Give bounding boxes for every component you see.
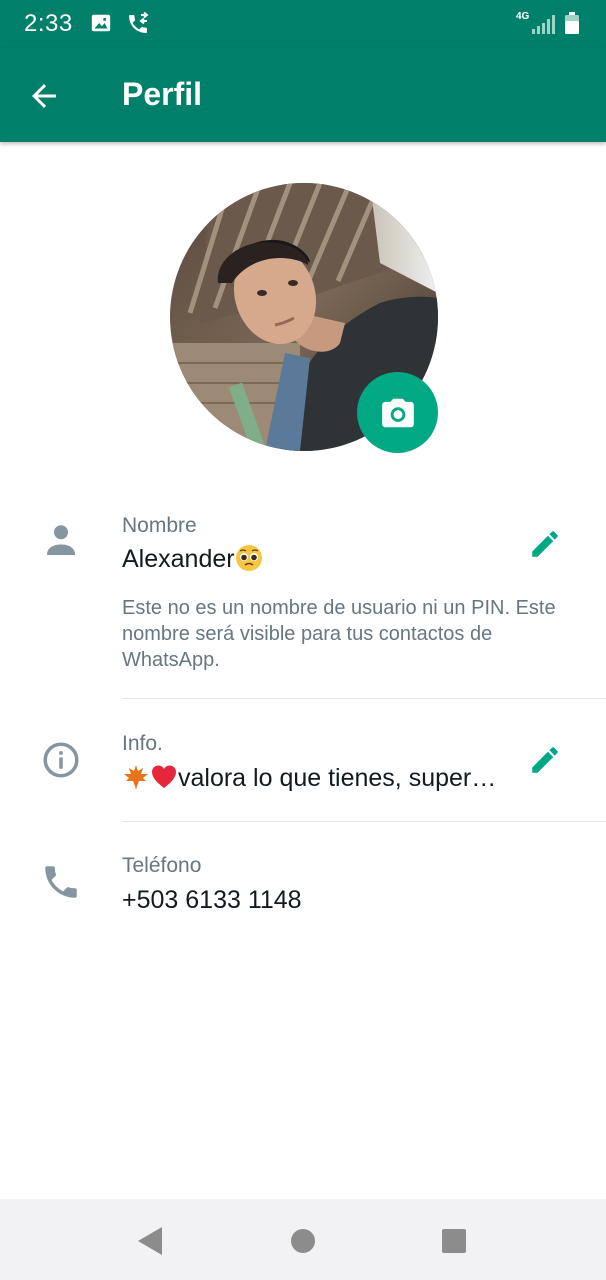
battery-icon xyxy=(565,12,579,34)
info-text: valora lo que tienes, super… xyxy=(178,764,497,792)
pencil-icon xyxy=(532,531,558,557)
info-value: valora lo que tienes, super… xyxy=(122,764,496,793)
nav-home-icon[interactable] xyxy=(285,1223,321,1259)
system-nav-bar xyxy=(0,1199,606,1280)
call-icon xyxy=(129,12,149,33)
signal-icon xyxy=(532,15,555,34)
arrow-back-icon xyxy=(32,84,56,108)
name-help-text: Este no es un nombre de usuario ni un PI… xyxy=(122,597,556,671)
network-type: 4G xyxy=(516,11,530,22)
change-photo-button[interactable] xyxy=(357,372,438,453)
maple-leaf-emoji xyxy=(124,765,148,791)
name-text: Alexander xyxy=(122,545,235,573)
pleading-face-emoji xyxy=(235,545,262,572)
camera-icon xyxy=(381,398,414,427)
info-label: Info. xyxy=(122,732,163,755)
back-button[interactable] xyxy=(26,78,70,114)
status-time: 2:33 xyxy=(24,10,73,37)
person-icon xyxy=(47,525,75,555)
divider xyxy=(122,698,606,699)
edit-name-button[interactable] xyxy=(528,527,562,561)
nav-recent-icon[interactable] xyxy=(436,1223,472,1259)
nav-back-icon[interactable] xyxy=(134,1223,170,1259)
edit-info-button[interactable] xyxy=(528,743,562,777)
page-title: Perfil xyxy=(122,76,203,112)
red-heart-emoji xyxy=(152,765,176,789)
pencil-icon xyxy=(532,747,558,773)
profile-photo-section xyxy=(170,183,438,453)
status-bar: 2:33 4G xyxy=(0,0,606,48)
phone-icon xyxy=(45,866,77,898)
name-label: Nombre xyxy=(122,514,197,537)
divider xyxy=(122,821,606,822)
phone-value: +503 6133 1148 xyxy=(122,886,302,914)
app-bar: Perfil xyxy=(0,48,606,142)
info-icon xyxy=(43,742,79,778)
profile-screen: 2:33 4G Perfil Nombre Alexander Este no … xyxy=(0,0,606,1280)
gallery-icon xyxy=(91,14,111,32)
phone-label: Teléfono xyxy=(122,854,202,877)
name-value: Alexander xyxy=(122,545,263,574)
